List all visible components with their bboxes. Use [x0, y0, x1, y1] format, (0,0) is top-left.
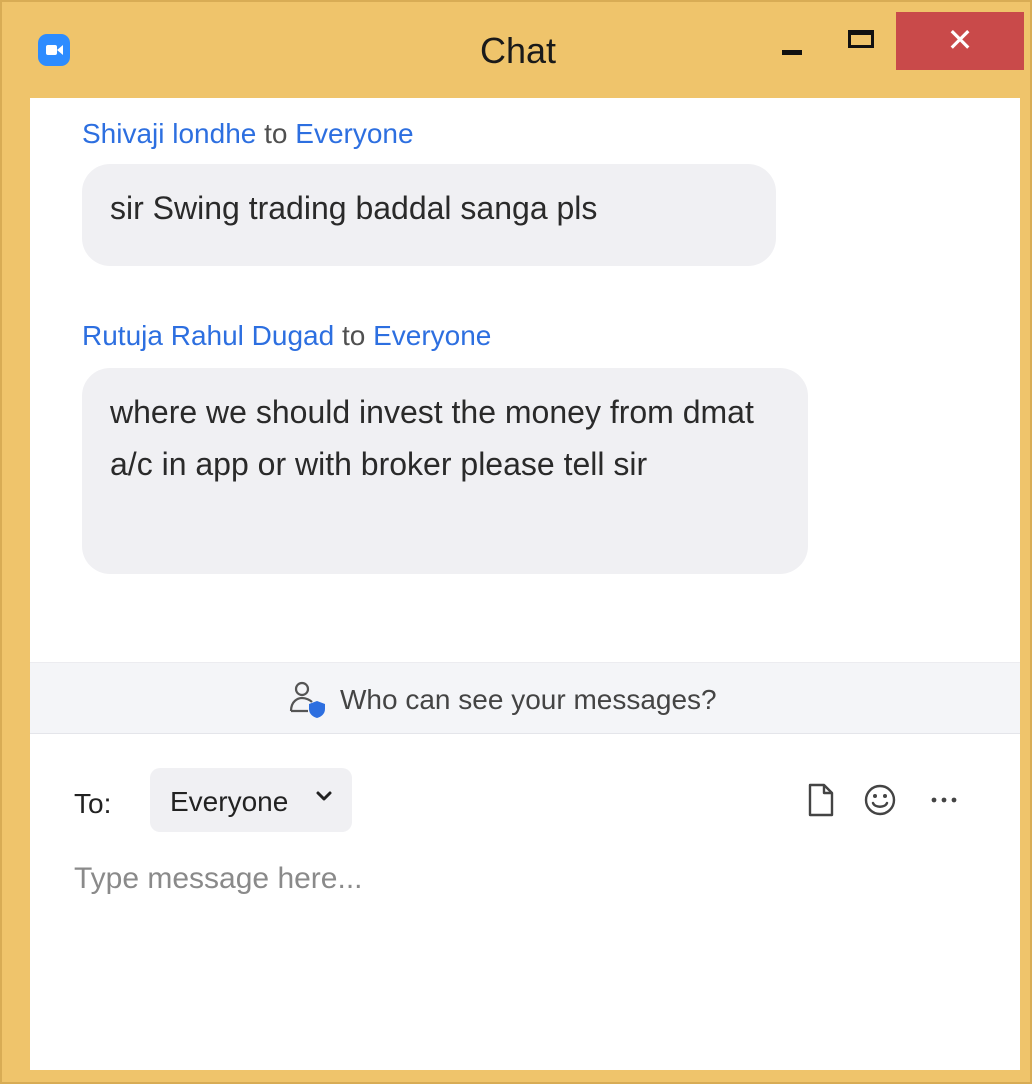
to-label: To:	[74, 788, 112, 819]
message-bubble: where we should invest the money from dm…	[82, 368, 808, 574]
recipient-dropdown[interactable]: Everyone	[150, 768, 352, 832]
close-button[interactable]: ✕	[896, 12, 1024, 70]
chat-window: Chat ✕ Shivaji londhe to Everyone sir Sw…	[0, 0, 1032, 1084]
chevron-down-icon	[316, 791, 332, 801]
privacy-notice[interactable]: Who can see your messages?	[30, 662, 1020, 734]
message-header: Shivaji londhe to Everyone	[82, 118, 414, 150]
message-bubble: sir Swing trading baddal sanga pls	[82, 164, 776, 266]
recipient-value: Everyone	[170, 786, 289, 817]
message-list[interactable]: Shivaji londhe to Everyone sir Swing tra…	[30, 98, 1020, 660]
message-header: Rutuja Rahul Dugad to Everyone	[82, 320, 491, 352]
message-input[interactable]	[74, 854, 974, 904]
sender-name: Shivaji londhe	[82, 118, 257, 149]
chat-panel: Shivaji londhe to Everyone sir Swing tra…	[30, 98, 1020, 1070]
minimize-button[interactable]	[770, 16, 814, 68]
title-bar[interactable]: Chat ✕	[2, 2, 1030, 96]
more-icon[interactable]	[926, 782, 962, 818]
sender-name: Rutuja Rahul Dugad	[82, 320, 335, 351]
maximize-button[interactable]	[832, 16, 888, 68]
to-word: to	[264, 118, 288, 149]
privacy-notice-text: Who can see your messages?	[340, 684, 717, 715]
person-shield-icon	[289, 681, 325, 718]
recipient-name: Everyone	[373, 320, 492, 351]
file-icon[interactable]	[802, 782, 838, 818]
emoji-icon[interactable]	[862, 782, 898, 818]
recipient-name: Everyone	[295, 118, 414, 149]
to-word: to	[341, 320, 366, 351]
